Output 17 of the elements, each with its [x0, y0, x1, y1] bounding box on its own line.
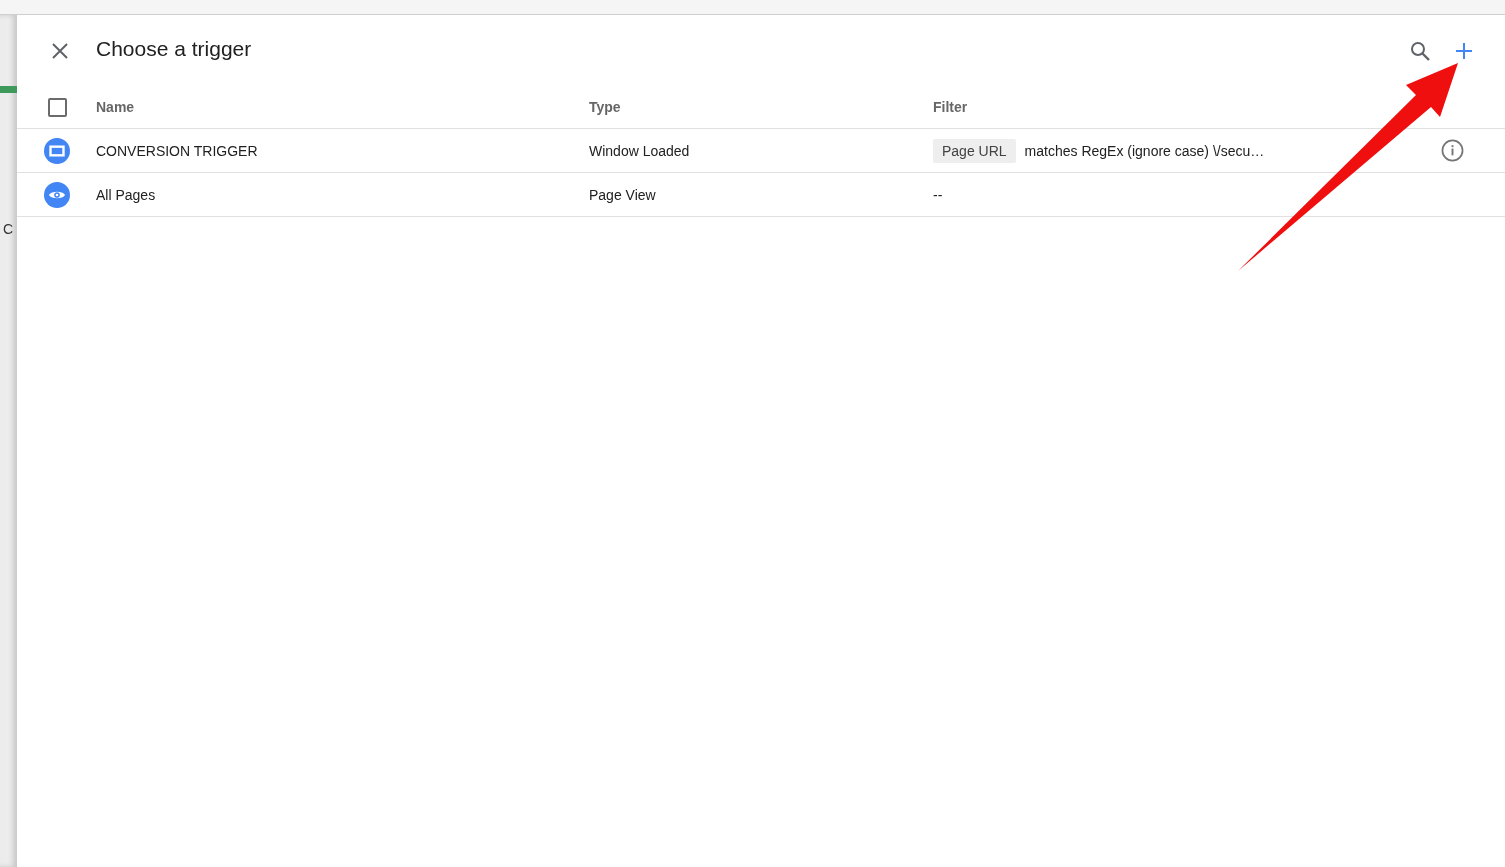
info-icon[interactable] — [1441, 139, 1464, 162]
filter-condition: -- — [933, 186, 943, 203]
trigger-name[interactable]: All Pages — [96, 186, 156, 203]
variable-chip: Page URL — [933, 138, 1016, 163]
column-header[interactable]: Filter — [933, 99, 968, 115]
background-text: C — [2, 221, 15, 237]
eye-icon — [44, 181, 70, 208]
header-stripe — [0, 86, 17, 93]
window-icon — [44, 137, 70, 164]
column-header[interactable]: Type — [589, 99, 621, 115]
trigger-name[interactable]: CONVERSION TRIGGER — [96, 142, 258, 159]
filter-condition: matches RegEx (ignore case) \/secu… — [1024, 142, 1265, 159]
trigger-type: Page View — [589, 186, 656, 203]
checkbox[interactable] — [47, 97, 67, 117]
dialog-title: Choose a trigger — [96, 36, 253, 62]
trigger-type: Window Loaded — [589, 142, 690, 159]
column-header[interactable]: Name — [96, 99, 135, 115]
